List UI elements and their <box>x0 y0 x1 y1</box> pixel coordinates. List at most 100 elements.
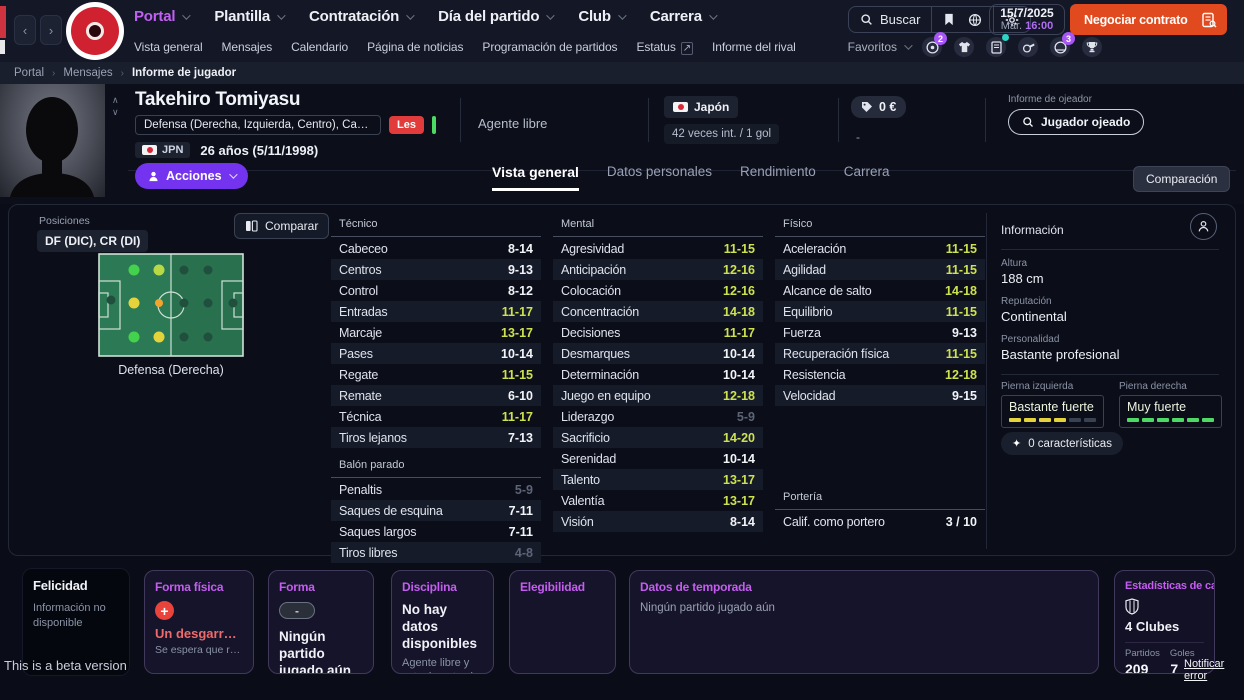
comparison-button[interactable]: Comparación <box>1133 166 1230 192</box>
subnav-estatus[interactable]: Estatus <box>636 40 693 54</box>
nav-dia-del-partido[interactable]: Día del partido <box>438 8 552 25</box>
attribute-row[interactable]: Visión 8-14 <box>553 511 763 532</box>
position-dot[interactable] <box>129 298 140 309</box>
game-date[interactable]: 15/7/2025 Mar.16:00 <box>989 4 1065 35</box>
tab-carrera[interactable]: Carrera <box>844 164 890 187</box>
attribute-row[interactable]: Calif. como portero 3 / 10 <box>775 511 985 532</box>
attribute-row[interactable]: Regate 11-15 <box>331 364 541 385</box>
inbox-shortcut[interactable]: 3 <box>1050 37 1070 57</box>
attribute-row[interactable]: Tiros lejanos 7-13 <box>331 427 541 448</box>
season-data-card[interactable]: Datos de temporada Ningún partido jugado… <box>629 570 1099 674</box>
attribute-row[interactable]: Determinación 10-14 <box>553 364 763 385</box>
favorites-dropdown[interactable]: Favoritos <box>848 40 910 54</box>
position-dot[interactable] <box>229 299 238 308</box>
position-dot[interactable] <box>106 296 115 305</box>
discipline-card[interactable]: Disciplina No hay datos disponibles Agen… <box>391 570 494 674</box>
player-avatar-button[interactable] <box>1190 213 1217 240</box>
search-input[interactable]: Buscar <box>849 7 931 32</box>
profile-shortcut[interactable] <box>986 37 1006 57</box>
negotiate-contract-button[interactable]: Negociar contrato <box>1070 4 1227 35</box>
nationality-badge[interactable]: JPN <box>135 142 190 158</box>
position-dot[interactable] <box>203 265 212 274</box>
tab-vista-general[interactable]: Vista general <box>492 164 579 191</box>
attribute-row[interactable]: Resistencia 12-18 <box>775 364 985 385</box>
position-dot[interactable] <box>129 264 140 275</box>
attribute-row[interactable]: Desmarques 10-14 <box>553 343 763 364</box>
nav-carrera[interactable]: Carrera <box>650 8 715 25</box>
attribute-row[interactable]: Alcance de salto 14-18 <box>775 280 985 301</box>
attribute-row[interactable]: Marcaje 13-17 <box>331 322 541 343</box>
attribute-row[interactable]: Decisiones 11-17 <box>553 322 763 343</box>
subnav-calendario[interactable]: Calendario <box>291 40 348 54</box>
form-card[interactable]: Forma - Ningún partido jugado aún <box>268 570 374 674</box>
position-dot[interactable] <box>203 333 212 342</box>
attribute-row[interactable]: Remate 6-10 <box>331 385 541 406</box>
transfer-value-badge[interactable]: 0 € <box>851 96 906 118</box>
attribute-row[interactable]: Talento 13-17 <box>553 469 763 490</box>
position-dot[interactable] <box>179 333 188 342</box>
attribute-row[interactable]: Juego en equipo 12-18 <box>553 385 763 406</box>
attribute-row[interactable]: Fuerza 9-13 <box>775 322 985 343</box>
attribute-row[interactable]: Saques de esquina 7-11 <box>331 500 541 521</box>
attribute-row[interactable]: Pases 10-14 <box>331 343 541 364</box>
attribute-row[interactable]: Sacrificio 14-20 <box>553 427 763 448</box>
position-dot[interactable] <box>179 299 188 308</box>
nav-portal[interactable]: Portal <box>134 8 188 25</box>
nav-club[interactable]: Club <box>578 8 624 25</box>
eligibility-card[interactable]: Elegibilidad <box>509 570 616 674</box>
nav-plantilla[interactable]: Plantilla <box>214 8 283 25</box>
position-dot[interactable] <box>129 332 140 343</box>
staff-shortcut[interactable] <box>1018 37 1038 57</box>
competition-shortcut[interactable] <box>1082 37 1102 57</box>
nation-badge[interactable]: Japón <box>664 96 738 118</box>
attribute-row[interactable]: Agilidad 11-15 <box>775 259 985 280</box>
history-back-button[interactable]: ‹ <box>14 15 36 45</box>
position-dot[interactable] <box>179 265 188 274</box>
scouted-player-button[interactable]: Jugador ojeado <box>1008 109 1144 135</box>
injury-badge[interactable]: Les <box>389 116 424 134</box>
attribute-row[interactable]: Velocidad 9-15 <box>775 385 985 406</box>
attribute-row[interactable]: Liderazgo 5-9 <box>553 406 763 427</box>
attribute-row[interactable]: Recuperación física 11-15 <box>775 343 985 364</box>
report-error-link[interactable]: Notificar error <box>1184 658 1244 682</box>
attribute-row[interactable]: Agresividad 11-15 <box>553 238 763 259</box>
attribute-row[interactable]: Anticipación 12-16 <box>553 259 763 280</box>
traits-button[interactable]: ✦ 0 características <box>1001 432 1123 455</box>
nav-contratacion[interactable]: Contratación <box>309 8 412 25</box>
attribute-row[interactable]: Control 8-12 <box>331 280 541 301</box>
position-dot[interactable] <box>154 332 165 343</box>
club-logo[interactable] <box>66 2 124 60</box>
attribute-row[interactable]: Concentración 14-18 <box>553 301 763 322</box>
subnav-pagina-noticias[interactable]: Página de noticias <box>367 40 463 54</box>
tab-rendimiento[interactable]: Rendimiento <box>740 164 816 187</box>
position-dot[interactable] <box>154 264 165 275</box>
subnav-informe-rival[interactable]: Informe del rival <box>712 40 796 54</box>
fitness-card[interactable]: Forma física + Un desgarro e… Se espera … <box>144 570 254 674</box>
attribute-row[interactable]: Tiros libres 4-8 <box>331 542 541 563</box>
position-dot[interactable] <box>203 299 212 308</box>
tab-datos-personales[interactable]: Datos personales <box>607 164 712 187</box>
attribute-row[interactable]: Entradas 11-17 <box>331 301 541 322</box>
subnav-mensajes[interactable]: Mensajes <box>222 40 273 54</box>
compare-button[interactable]: Comparar <box>234 213 329 239</box>
position-dot[interactable] <box>155 299 163 307</box>
attribute-row[interactable]: Penaltis 5-9 <box>331 479 541 500</box>
player-positions[interactable]: Defensa (Derecha, Izquierda, Centro), Ca… <box>135 115 381 135</box>
attribute-row[interactable]: Cabeceo 8-14 <box>331 238 541 259</box>
actions-button[interactable]: Acciones <box>135 163 248 189</box>
attribute-row[interactable]: Centros 9-13 <box>331 259 541 280</box>
attribute-row[interactable]: Saques largos 7-11 <box>331 521 541 542</box>
breadcrumb-mensajes[interactable]: Mensajes <box>63 67 112 79</box>
attribute-row[interactable]: Colocación 12-16 <box>553 280 763 301</box>
subnav-programacion-partidos[interactable]: Programación de partidos <box>482 40 617 54</box>
news-shortcut[interactable]: 2 <box>922 37 942 57</box>
player-cycle-buttons[interactable]: ∧∨ <box>112 96 119 116</box>
attribute-row[interactable]: Aceleración 11-15 <box>775 238 985 259</box>
attribute-row[interactable]: Equilibrio 11-15 <box>775 301 985 322</box>
attribute-row[interactable]: Valentía 13-17 <box>553 490 763 511</box>
subnav-vista-general[interactable]: Vista general <box>134 40 203 54</box>
attribute-row[interactable]: Serenidad 10-14 <box>553 448 763 469</box>
breadcrumb-portal[interactable]: Portal <box>14 67 44 79</box>
history-forward-button[interactable]: › <box>40 15 62 45</box>
bookmark-button[interactable] <box>932 7 966 32</box>
